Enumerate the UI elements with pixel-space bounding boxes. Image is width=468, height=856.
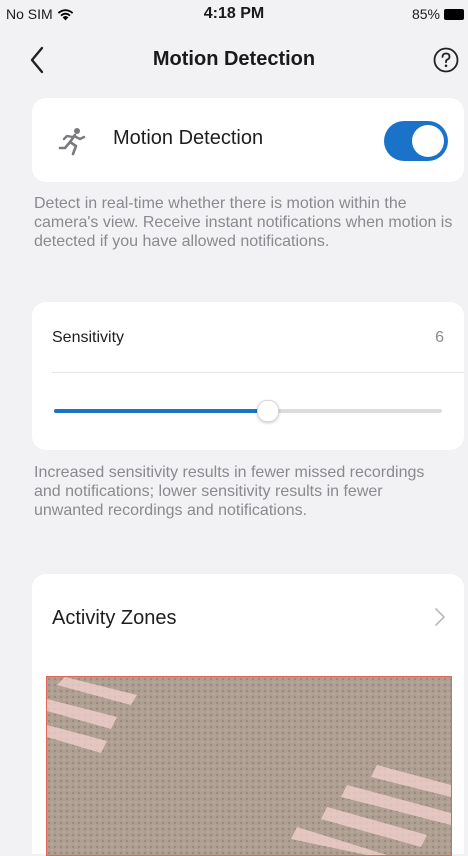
- sensitivity-label: Sensitivity: [52, 329, 125, 346]
- activity-zones-label: Activity Zones: [52, 607, 177, 629]
- sensitivity-card: Sensitivity 6: [32, 302, 464, 450]
- navigation-bar: Motion Detection: [0, 38, 468, 84]
- activity-zone-preview[interactable]: [46, 676, 452, 856]
- help-circle-icon: [433, 47, 459, 73]
- motion-detection-label: Motion Detection: [113, 127, 264, 149]
- motion-detection-description: Detect in real-time whether there is mot…: [34, 195, 453, 250]
- toggle-knob: [412, 125, 444, 157]
- sensitivity-description: Increased sensitivity results in fewer m…: [34, 464, 425, 519]
- camera-snapshot: [47, 677, 451, 855]
- status-time: 4:18 PM: [203, 5, 265, 22]
- activity-zones-row[interactable]: Activity Zones: [32, 574, 464, 660]
- activity-zones-card: Activity Zones: [32, 574, 464, 856]
- battery-percent: 85%: [411, 6, 440, 22]
- slider-thumb[interactable]: [257, 400, 280, 422]
- page-title: Motion Detection: [152, 48, 316, 70]
- sensitivity-value: 6: [435, 329, 444, 346]
- help-button[interactable]: [432, 46, 460, 74]
- status-right: 85%: [412, 6, 464, 22]
- motion-detection-card: Motion Detection: [32, 98, 464, 182]
- status-bar: No SIM 4:18 PM 85%: [0, 0, 468, 30]
- running-person-icon: [58, 128, 86, 156]
- chevron-right-icon: [435, 608, 445, 626]
- battery-icon: [444, 8, 464, 20]
- slider-fill: [54, 409, 268, 413]
- motion-detection-toggle[interactable]: [384, 121, 448, 161]
- sensitivity-slider[interactable]: [54, 400, 442, 422]
- divider: [52, 372, 464, 373]
